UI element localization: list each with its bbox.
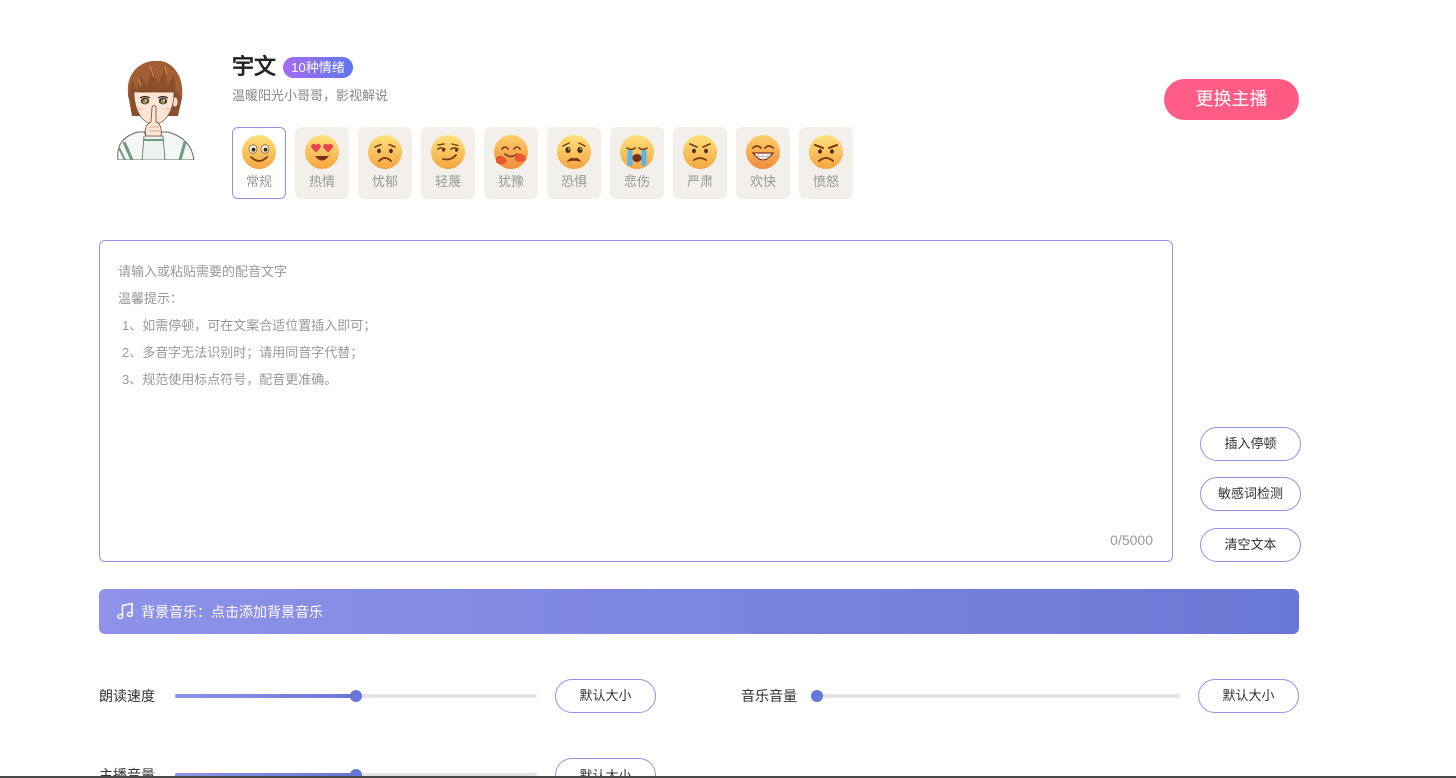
emotion-tile-contempt[interactable]: 轻蔑 bbox=[421, 127, 475, 199]
anchor-description: 温暖阳光小哥哥，影视解说 bbox=[232, 88, 389, 103]
emotion-tile-sad[interactable]: 悲伤 bbox=[610, 127, 664, 199]
emotion-tile-passionate[interactable]: 热情 bbox=[295, 127, 349, 199]
clear-text-button[interactable]: 清空文本 bbox=[1200, 528, 1301, 562]
music-note-icon bbox=[117, 602, 133, 620]
reading-speed-label: 朗读速度 bbox=[99, 688, 155, 704]
background-music-label: 背景音乐：点击添加背景音乐 bbox=[141, 604, 323, 620]
emotion-label: 忧郁 bbox=[371, 174, 398, 189]
crying-face-icon bbox=[620, 135, 654, 169]
music-volume-label: 音乐音量 bbox=[741, 688, 797, 704]
insert-pause-button[interactable]: 插入停顿 bbox=[1200, 427, 1301, 461]
grinning-face-icon bbox=[746, 135, 780, 169]
character-counter: 0/5000 bbox=[1110, 532, 1153, 548]
slider-fill bbox=[175, 694, 356, 698]
music-volume-reset-button[interactable]: 默认大小 bbox=[1198, 679, 1299, 713]
anime-boy-avatar bbox=[117, 60, 195, 160]
slider-handle[interactable] bbox=[811, 690, 823, 702]
emotion-label: 愤怒 bbox=[812, 174, 839, 189]
reading-speed-slider[interactable] bbox=[175, 690, 537, 702]
frowning-face-icon bbox=[683, 135, 717, 169]
music-volume-slider[interactable] bbox=[811, 690, 1180, 702]
slider-track bbox=[817, 694, 1180, 698]
emotion-label: 常规 bbox=[245, 174, 272, 189]
emotion-tile-hesitant[interactable]: 犹豫 bbox=[484, 127, 538, 199]
script-editor: 请输入或粘贴需要的配音文字 温馨提示： 1、如需停顿，可在文案合适位置插入即可；… bbox=[99, 240, 1173, 562]
emotion-tile-fear[interactable]: 恐惧 bbox=[547, 127, 601, 199]
emotion-tile-serious[interactable]: 严肃 bbox=[673, 127, 727, 199]
emotion-label: 轻蔑 bbox=[434, 174, 461, 189]
emotion-label: 热情 bbox=[308, 174, 335, 189]
emotion-label: 恐惧 bbox=[560, 174, 587, 189]
background-music-bar[interactable]: 背景音乐：点击添加背景音乐 bbox=[99, 589, 1299, 634]
anchor-volume-reset-button[interactable]: 默认大小 bbox=[555, 758, 656, 778]
smirking-face-icon bbox=[431, 135, 465, 169]
reading-speed-reset-button[interactable]: 默认大小 bbox=[555, 679, 656, 713]
smiling-face-icon bbox=[242, 135, 276, 169]
angry-face-icon bbox=[809, 135, 843, 169]
emotion-tile-cheerful[interactable]: 欢快 bbox=[736, 127, 790, 199]
script-textarea[interactable] bbox=[100, 241, 1172, 561]
slider-handle[interactable] bbox=[350, 690, 362, 702]
emotion-selector: 常规 热情 忧郁 轻蔑 犹豫 恐惧 悲伤 严肃 欢快 愤怒 bbox=[232, 127, 853, 199]
emotion-count-badge: 10种情绪 bbox=[283, 57, 353, 78]
emotion-label: 严肃 bbox=[686, 174, 713, 189]
emotion-tile-angry[interactable]: 愤怒 bbox=[799, 127, 853, 199]
hugging-face-icon bbox=[494, 135, 528, 169]
worried-face-icon bbox=[557, 135, 591, 169]
emotion-tile-normal[interactable]: 常规 bbox=[232, 127, 286, 199]
sad-face-icon bbox=[368, 135, 402, 169]
change-anchor-button[interactable]: 更换主播 bbox=[1164, 79, 1299, 120]
sensitive-word-check-button[interactable]: 敏感词检测 bbox=[1200, 477, 1301, 511]
emotion-tile-melancholy[interactable]: 忧郁 bbox=[358, 127, 412, 199]
anchor-name: 宇文 bbox=[232, 54, 277, 79]
heart-eyes-face-icon bbox=[305, 135, 339, 169]
emotion-label: 悲伤 bbox=[623, 174, 650, 189]
emotion-label: 犹豫 bbox=[497, 174, 524, 189]
emotion-label: 欢快 bbox=[749, 174, 776, 189]
